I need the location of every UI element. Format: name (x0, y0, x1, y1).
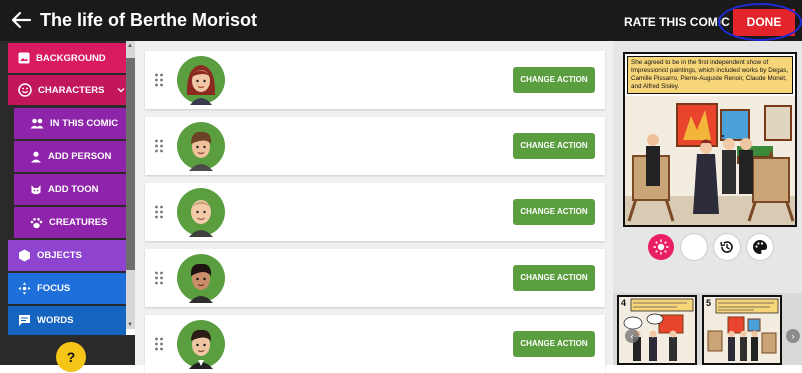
sidebar-item-creatures[interactable]: CREATURES (14, 207, 126, 238)
drag-handle-icon[interactable] (154, 139, 164, 153)
character-card: CHANGE ACTION (145, 249, 605, 307)
gallery-scene-illustration (625, 96, 795, 225)
panel-caption[interactable]: She agreed to be in the first independen… (627, 56, 793, 94)
sidebar-item-background[interactable]: BACKGROUND (8, 43, 126, 73)
color-palette-button[interactable] (747, 234, 773, 260)
people-icon (30, 118, 44, 129)
frame-number: 4 (621, 298, 627, 308)
drag-handle-icon[interactable] (154, 205, 164, 219)
moon-icon (692, 240, 699, 254)
drag-handle-icon[interactable] (154, 337, 164, 351)
change-action-button[interactable]: CHANGE ACTION (513, 133, 595, 159)
frame-thumbnail-illustration (704, 297, 780, 363)
hexagon-icon (19, 249, 30, 262)
paw-icon (30, 217, 43, 228)
character-card: CHANGE ACTION (145, 183, 605, 241)
filmstrip-prev-arrow-icon[interactable]: ‹ (625, 329, 639, 343)
woman-redhead-avatar-icon[interactable] (176, 55, 226, 105)
cat-icon (31, 184, 41, 194)
sidebar-item-label: BACKGROUND (36, 52, 106, 64)
speech-bubble-icon (19, 315, 30, 326)
sidebar-scrollbar-thumb[interactable] (126, 58, 135, 270)
sidebar-item-characters[interactable]: CHARACTERS (8, 75, 126, 105)
chevron-down-icon (117, 88, 124, 93)
back-arrow-icon[interactable] (10, 9, 32, 31)
drag-handle-icon[interactable] (154, 271, 164, 285)
sidebar-item-in-this-comic[interactable]: IN THIS COMIC (14, 108, 126, 139)
frame-number: 5 (706, 298, 712, 308)
palette-icon (753, 240, 768, 254)
sidebar-item-label: ADD TOON (48, 184, 99, 195)
image-icon (18, 52, 30, 64)
help-button[interactable]: ? (56, 342, 86, 372)
filmstrip-next-arrow-icon[interactable]: › (786, 329, 800, 343)
sidebar-item-label: FOCUS (37, 283, 71, 294)
filmstrip-frame[interactable]: 5 (702, 295, 782, 365)
top-bar: The life of Berthe Morisot RATE THIS COM… (0, 0, 802, 41)
sidebar-item-focus[interactable]: FOCUS (8, 273, 126, 304)
change-action-button[interactable]: CHANGE ACTION (513, 67, 595, 93)
change-action-button[interactable]: CHANGE ACTION (513, 199, 595, 225)
sidebar-item-label: CHARACTERS (38, 84, 105, 96)
comic-panel-preview[interactable]: She agreed to be in the first independen… (623, 52, 797, 227)
character-card: CHANGE ACTION (145, 315, 605, 373)
drag-handle-icon[interactable] (154, 73, 164, 87)
scroll-down-icon[interactable]: ▼ (127, 322, 133, 328)
man-dark-hair-avatar-icon[interactable] (176, 253, 226, 303)
change-action-button[interactable]: CHANGE ACTION (513, 331, 595, 357)
sidebar-item-words[interactable]: WORDS (8, 306, 126, 335)
character-card: CHANGE ACTION (145, 117, 605, 175)
rate-this-comic-button[interactable]: RATE THIS COMIC (624, 15, 730, 29)
man-brown-hair-avatar-icon[interactable] (176, 121, 226, 171)
sidebar-item-label: IN THIS COMIC (50, 118, 119, 129)
character-card: CHANGE ACTION (145, 51, 605, 109)
sidebar-item-add-toon[interactable]: ADD TOON (14, 174, 126, 205)
sidebar-item-objects[interactable]: OBJECTS (8, 240, 126, 271)
person-icon (31, 151, 41, 162)
man-bald-avatar-icon[interactable] (176, 187, 226, 237)
scroll-up-icon[interactable]: ▲ (127, 43, 133, 49)
history-icon (720, 241, 733, 253)
sidebar-item-label: WORDS (37, 315, 74, 326)
sidebar-item-label: OBJECTS (37, 250, 82, 261)
character-list-panel: CHANGE ACTION CHANGE ACTION CHANGE ACTIO… (135, 41, 613, 373)
man-dark-hair-suit-avatar-icon[interactable] (176, 319, 226, 369)
change-action-button[interactable]: CHANGE ACTION (513, 265, 595, 291)
sidebar-item-label: CREATURES (49, 217, 108, 228)
done-button[interactable]: DONE (733, 9, 795, 36)
smiley-icon (18, 83, 32, 97)
comic-title[interactable]: The life of Berthe Morisot (40, 10, 257, 31)
sidebar-item-add-person[interactable]: ADD PERSON (14, 141, 126, 172)
sidebar-item-label: ADD PERSON (48, 151, 112, 162)
history-button[interactable] (714, 234, 740, 260)
focus-arrows-icon (18, 282, 31, 295)
brightness-button[interactable] (648, 234, 674, 260)
sun-icon (653, 239, 669, 255)
night-mode-button[interactable] (681, 234, 707, 260)
